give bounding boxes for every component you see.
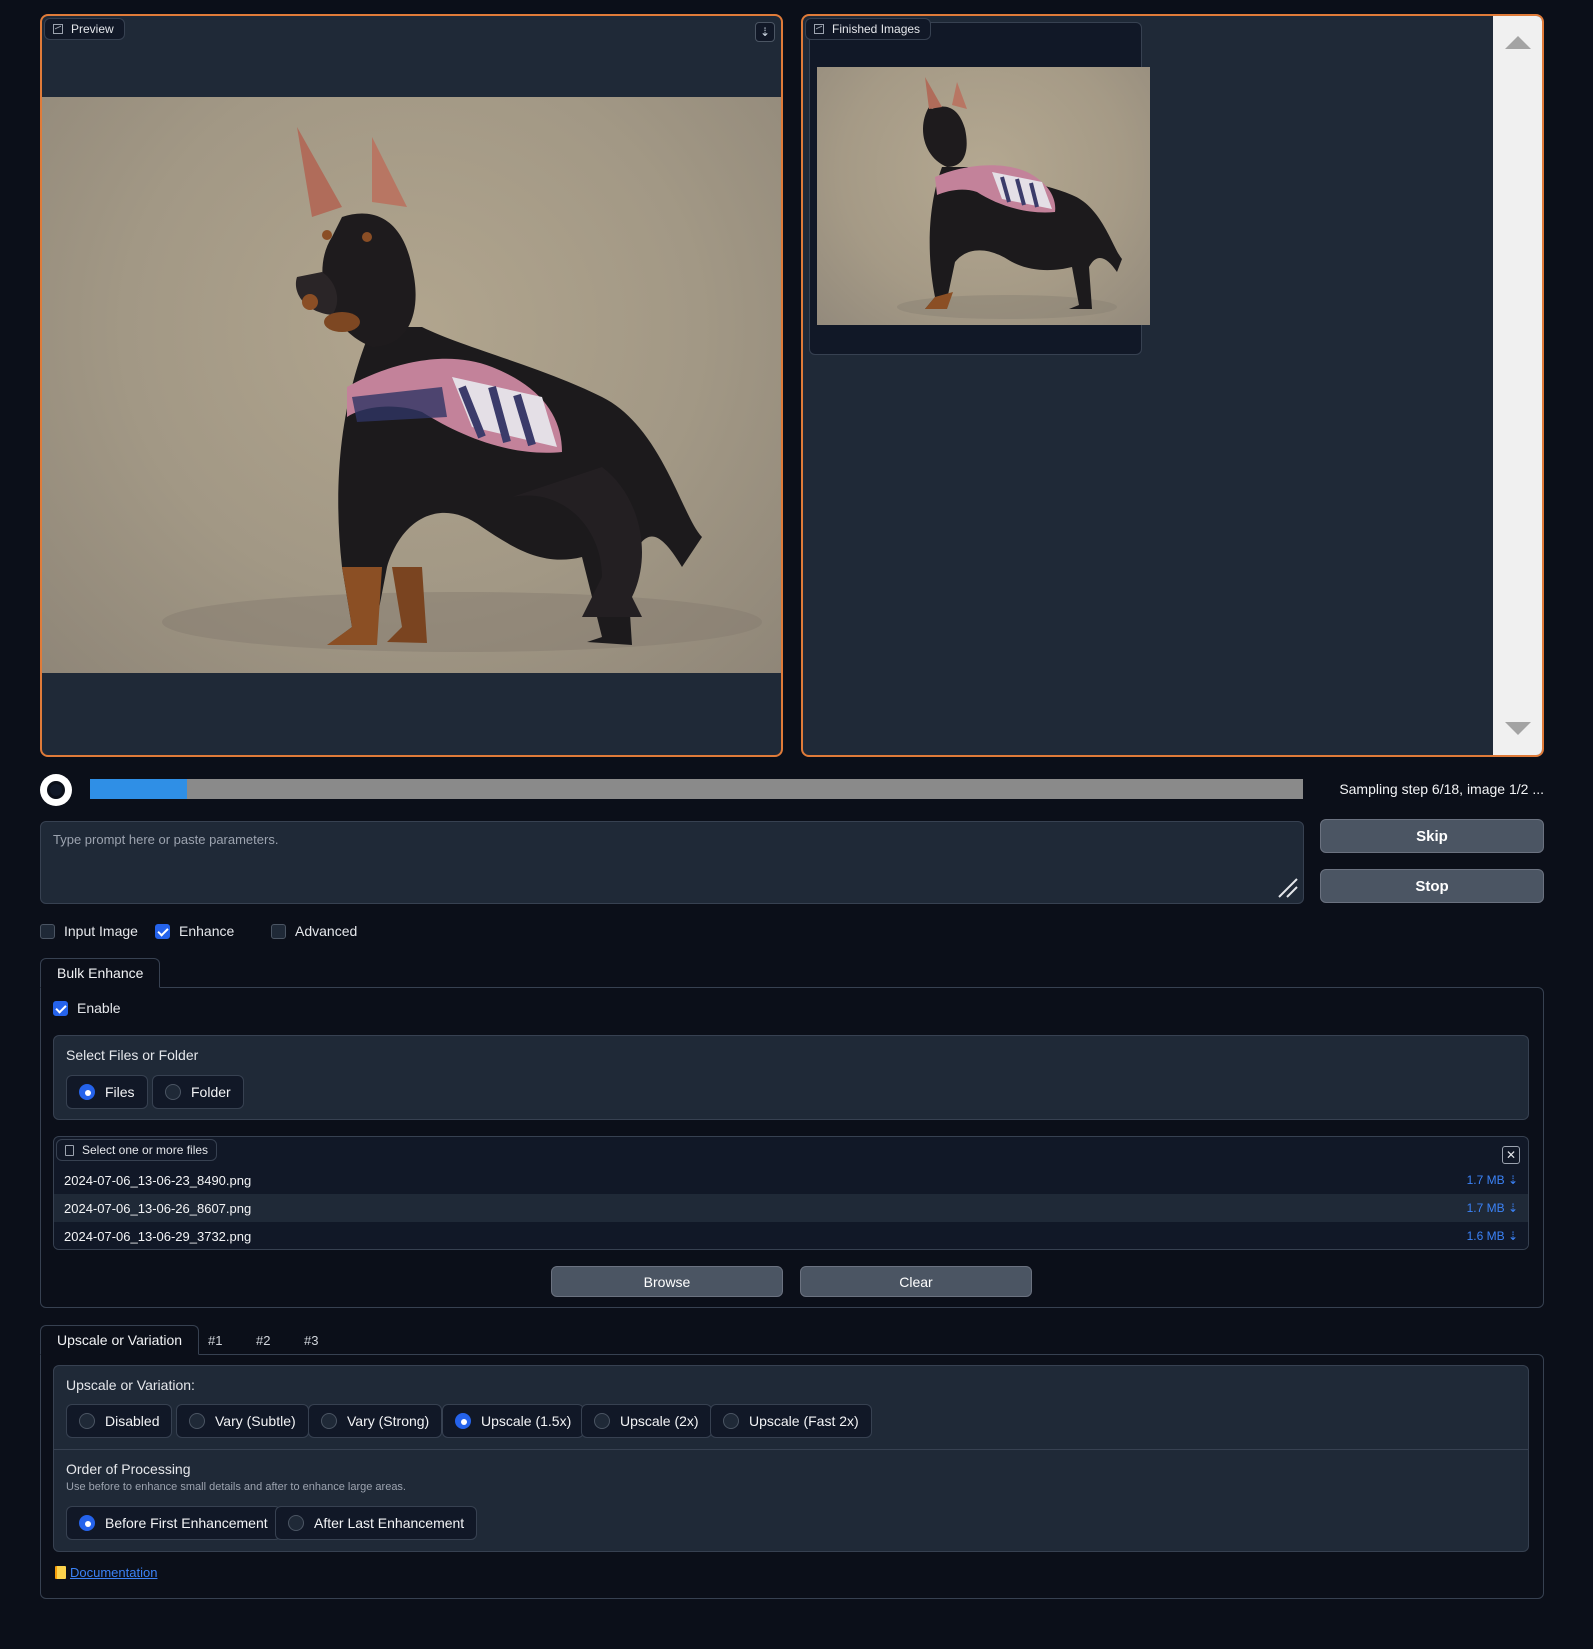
- order-of-processing-label: Order of Processing: [66, 1461, 191, 1477]
- image-icon: [53, 24, 63, 34]
- radio-selected-icon[interactable]: [79, 1515, 95, 1531]
- documentation-link[interactable]: Documentation: [70, 1565, 157, 1580]
- finished-images-panel: Finished Images: [801, 14, 1544, 757]
- loading-spinner-icon: [40, 774, 72, 806]
- radio-icon[interactable]: [79, 1413, 95, 1429]
- progress-bar-fill: [90, 779, 188, 799]
- download-icon[interactable]: ⇣: [755, 22, 775, 42]
- preview-image: [42, 97, 781, 673]
- resize-handle-icon[interactable]: [1277, 877, 1299, 899]
- radio-after-last-enhancement[interactable]: After Last Enhancement: [275, 1506, 478, 1540]
- tab-2[interactable]: #2: [248, 1325, 278, 1355]
- gallery-scrollbar[interactable]: [1493, 16, 1542, 755]
- gallery-thumbnail[interactable]: [809, 22, 1150, 355]
- radio-icon[interactable]: [594, 1413, 610, 1429]
- radio-selected-icon[interactable]: [79, 1084, 95, 1100]
- radio-icon[interactable]: [288, 1515, 304, 1531]
- file-name: 2024-07-06_13-06-23_8490.png: [64, 1172, 252, 1188]
- file-row[interactable]: 2024-07-06_13-06-29_3732.png 1.6 MB ⇣: [54, 1222, 1528, 1249]
- prompt-input[interactable]: Type prompt here or paste parameters.: [40, 821, 1304, 904]
- radio-icon[interactable]: [321, 1413, 337, 1429]
- radio-vary-strong[interactable]: Vary (Strong): [308, 1404, 443, 1438]
- checkbox-checked-icon[interactable]: [53, 1000, 68, 1016]
- file-size-download[interactable]: 1.6 MB ⇣: [1467, 1229, 1518, 1243]
- advanced-checkbox[interactable]: Advanced: [271, 921, 357, 941]
- preview-panel: Preview ⇣: [40, 14, 783, 757]
- select-files-folder-group: Select Files or Folder Files Folder: [53, 1035, 1529, 1120]
- radio-upscale-1-5x[interactable]: Upscale (1.5x): [442, 1404, 585, 1438]
- select-files-folder-label: Select Files or Folder: [66, 1047, 199, 1063]
- documentation-link-row: Documentation: [55, 1565, 157, 1580]
- divider: [54, 1449, 1528, 1450]
- tab-bulk-enhance[interactable]: Bulk Enhance: [40, 958, 161, 988]
- preview-label: Preview: [44, 18, 125, 40]
- file-icon: [65, 1144, 74, 1156]
- tab-upscale-or-variation[interactable]: Upscale or Variation: [40, 1325, 200, 1355]
- checkbox-icon[interactable]: [40, 923, 55, 939]
- upscale-label: Upscale or Variation:: [66, 1377, 195, 1393]
- file-name: 2024-07-06_13-06-26_8607.png: [64, 1200, 252, 1216]
- input-image-checkbox[interactable]: Input Image: [40, 921, 138, 941]
- radio-disabled[interactable]: Disabled: [66, 1404, 173, 1438]
- file-name: 2024-07-06_13-06-29_3732.png: [64, 1228, 252, 1244]
- checkbox-icon[interactable]: [271, 923, 286, 939]
- radio-files[interactable]: Files: [66, 1075, 148, 1109]
- enhance-checkbox[interactable]: Enhance: [155, 921, 234, 941]
- file-upload-label: Select one or more files: [56, 1139, 218, 1161]
- radio-icon[interactable]: [723, 1413, 739, 1429]
- radio-upscale-2x[interactable]: Upscale (2x): [581, 1404, 712, 1438]
- scroll-down-arrow-icon[interactable]: [1505, 722, 1531, 735]
- book-icon: [55, 1566, 66, 1579]
- radio-folder[interactable]: Folder: [152, 1075, 244, 1109]
- stop-button[interactable]: Stop: [1320, 869, 1544, 903]
- upscale-group: Upscale or Variation: Disabled Vary (Sub…: [53, 1365, 1529, 1552]
- file-size-download[interactable]: 1.7 MB ⇣: [1467, 1173, 1518, 1187]
- prompt-placeholder: Type prompt here or paste parameters.: [53, 832, 279, 847]
- radio-before-first-enhancement[interactable]: Before First Enhancement: [66, 1506, 281, 1540]
- bulk-enable-checkbox[interactable]: Enable: [53, 998, 121, 1018]
- image-icon: [814, 24, 824, 34]
- tab-1[interactable]: #1: [200, 1325, 230, 1355]
- file-row[interactable]: 2024-07-06_13-06-23_8490.png 1.7 MB ⇣: [54, 1166, 1528, 1194]
- skip-button[interactable]: Skip: [1320, 819, 1544, 853]
- browse-button[interactable]: Browse: [551, 1266, 783, 1297]
- progress-bar: [90, 779, 1303, 799]
- radio-icon[interactable]: [189, 1413, 205, 1429]
- tab-3[interactable]: #3: [296, 1325, 326, 1355]
- scroll-up-arrow-icon[interactable]: [1505, 36, 1531, 49]
- clear-files-close-icon[interactable]: ✕: [1502, 1146, 1520, 1164]
- radio-icon[interactable]: [165, 1084, 181, 1100]
- progress-status-text: Sampling step 6/18, image 1/2 ...: [1339, 781, 1544, 797]
- clear-button[interactable]: Clear: [800, 1266, 1032, 1297]
- file-upload-list[interactable]: Select one or more files ✕ 2024-07-06_13…: [53, 1136, 1529, 1250]
- checkbox-checked-icon[interactable]: [155, 923, 170, 939]
- file-row[interactable]: 2024-07-06_13-06-26_8607.png 1.7 MB ⇣: [54, 1194, 1528, 1222]
- radio-selected-icon[interactable]: [455, 1413, 471, 1429]
- order-of-processing-info: Use before to enhance small details and …: [66, 1481, 406, 1493]
- thumbnail-image: [817, 67, 1150, 325]
- doberman-illustration: [162, 127, 762, 652]
- radio-upscale-fast-2x[interactable]: Upscale (Fast 2x): [710, 1404, 872, 1438]
- radio-vary-subtle[interactable]: Vary (Subtle): [176, 1404, 309, 1438]
- doberman-thumbnail: [897, 77, 1122, 319]
- finished-label: Finished Images: [805, 18, 932, 40]
- file-size-download[interactable]: 1.7 MB ⇣: [1467, 1201, 1518, 1215]
